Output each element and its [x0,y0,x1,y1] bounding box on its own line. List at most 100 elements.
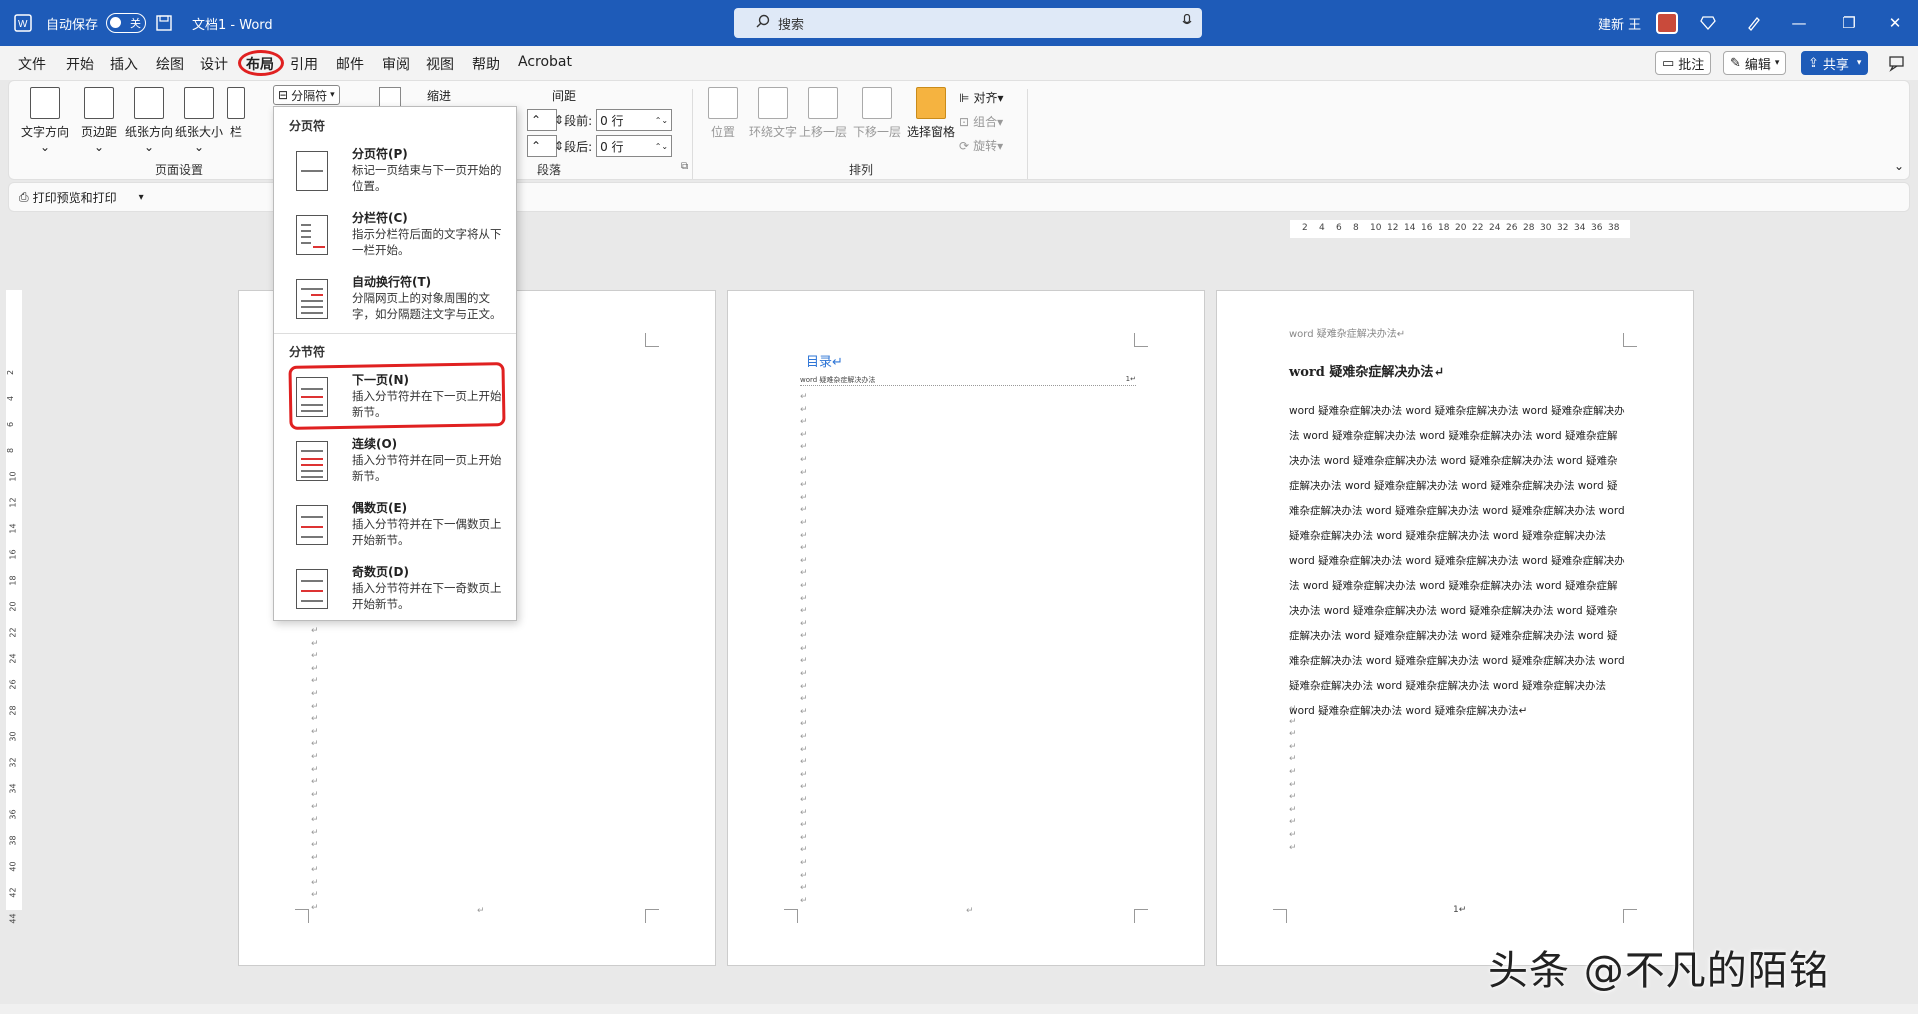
paragraph-marks: ↵ ↵ ↵ ↵ ↵ ↵ ↵ ↵ ↵ ↵ ↵ ↵ [1289,704,1297,853]
rotate-button[interactable]: ⟳ 旋转 ▾ [959,137,1003,154]
spacing-after-input[interactable]: 0 行 ⌃⌄ [596,135,673,157]
customize-toolbar-icon[interactable]: ▾ [139,192,144,203]
menu-item-desc: 指示分栏符后面的文字将从下一栏开始。 [352,227,502,257]
tab-review[interactable]: 审阅 [382,54,410,74]
print-preview-label[interactable]: 打印预览和打印 [33,189,117,206]
tab-insert[interactable]: 插入 [110,54,138,74]
menu-item-column-break[interactable]: 分栏符(C) 指示分栏符后面的文字将从下一栏开始。 [274,209,516,273]
vertical-ruler[interactable]: 2 4 6 8 10 12 14 16 18 20 22 24 26 28 30 32 34 36 38 40 42 44 [6,290,22,924]
page-2[interactable]: 目录↵ word 疑难杂症解决办法 1↵ ↵ ↵ ↵ ↵ ↵ ↵ ↵ ↵ ↵ ↵ ↵ ↵ ↵ ↵ ↵ ↵ ↵ ↵ ↵… [727,290,1205,966]
wrap-text-icon [758,87,788,119]
ruler-tick: 6 [6,421,16,428]
ruler-tick: 18 [8,575,18,586]
menu-item-title: 偶数页(E) [352,501,408,515]
rotate-label: 旋转 [973,139,998,153]
spacing-after-value: 0 行 [600,139,624,154]
tab-help[interactable]: 帮助 [472,54,500,74]
ruler-tick: 2 [1302,223,1308,233]
tab-mailings[interactable]: 邮件 [336,54,364,74]
ruler-tick: 8 [1353,223,1359,233]
tab-file[interactable]: 文件 [18,54,46,74]
ruler-tick: 34 [1574,223,1586,233]
search-box[interactable]: 搜索 [734,8,1202,38]
pen-icon[interactable] [1746,0,1762,46]
wrap-text-button[interactable]: 环绕文字 [745,87,801,140]
print-preview-icon[interactable]: ⎙ [19,190,29,205]
indent-left-input[interactable]: ⌃ [527,109,557,131]
ruler-tick: 12 [1387,223,1399,233]
restore-button[interactable]: ❐ [1826,0,1872,46]
document-title: 文档1 - Word [192,17,273,33]
menu-item-desc: 分隔网页上的对象周围的文字，如分隔题注文字与正文。 [352,291,502,321]
text-direction-icon [30,87,60,119]
avatar[interactable] [1656,12,1678,34]
menu-item-desc: 标记一页结束与下一页开始的位置。 [352,163,502,193]
ruler-tick: 24 [8,653,18,664]
tab-references[interactable]: 引用 [290,54,318,74]
selection-pane-label: 选择窗格 [906,125,955,139]
save-icon[interactable] [156,0,172,46]
menu-item-title: 分栏符(C) [352,211,408,225]
menu-item-text-wrapping-break[interactable]: 自动换行符(T) 分隔网页上的对象周围的文字，如分隔题注文字与正文。 [274,273,516,337]
tab-acrobat[interactable]: Acrobat [518,54,572,70]
share-button[interactable]: ⇪ 共享 ▾ [1801,51,1869,75]
selection-pane-icon [916,87,946,119]
tab-design[interactable]: 设计 [200,54,228,74]
paragraph-mark: ↵ [966,906,974,916]
menu-item-odd-page[interactable]: 奇数页(D) 插入分节符并在下一奇数页上开始新节。 [274,563,516,627]
toc-entry-page: 1↵ [1125,375,1136,383]
ruler-tick: 42 [8,887,18,898]
diamond-icon[interactable] [1700,0,1716,46]
margin-mark [1623,909,1637,923]
spacing-before-input[interactable]: 0 行 ⌃⌄ [596,109,673,131]
word-app-icon[interactable]: W [14,0,32,46]
columns-button[interactable]: 栏 [221,87,251,140]
ruler-tick: 14 [1404,223,1416,233]
spinner-arrows-icon[interactable]: ⌃⌄ [655,142,668,151]
position-button[interactable]: 位置 [695,87,751,140]
send-backward-button[interactable]: 下移一层 [849,87,905,140]
microphone-icon[interactable] [1182,13,1192,32]
align-button[interactable]: ⊫ 对齐 ▾ [959,89,1004,106]
indent-right-input[interactable]: ⌃ [527,135,557,157]
margins-button[interactable]: 页边距 ⌄ [71,87,127,154]
menu-item-page-break[interactable]: 分页符(P) 标记一页结束与下一页开始的位置。 [274,145,516,209]
document-body[interactable]: word 疑难杂症解决办法 word 疑难杂症解决办法 word 疑难杂症解决办… [1289,399,1625,724]
menu-item-even-page[interactable]: 偶数页(E) 插入分节符并在下一偶数页上开始新节。 [274,499,516,563]
dialog-launcher-icon[interactable]: ⧉ [681,161,688,172]
size-button[interactable]: 纸张大小 ⌄ [171,87,227,154]
document-heading: word 疑难杂症解决办法↵ [1289,365,1445,380]
breaks-button[interactable]: ⊟ 分隔符 ▾ [273,85,340,105]
tab-draw[interactable]: 绘图 [156,54,184,74]
orientation-button[interactable]: 纸张方向 ⌄ [121,87,177,154]
ribbon-tabs: 文件 开始 插入 绘图 设计 布局 引用 邮件 审阅 视图 帮助 Acrobat [0,46,1918,80]
breaks-icon: ⊟ [278,88,289,102]
collapse-ribbon-icon[interactable]: ⌄ [1894,159,1904,173]
edit-button[interactable]: ✎ 编辑 ▾ [1723,51,1787,75]
horizontal-ruler[interactable]: 2 4 6 8 10 12 14 16 18 20 22 24 26 28 30 32 34 36 38 [1290,220,1630,238]
close-button[interactable]: ✕ [1872,0,1918,46]
tab-view[interactable]: 视图 [426,54,454,74]
autosave-toggle[interactable]: 关 [100,0,146,46]
margin-mark [645,909,659,923]
minimize-button[interactable]: — [1776,0,1822,46]
comment-button[interactable]: ▭ 批注 [1655,51,1712,75]
page-number: 1↵ [1453,905,1467,915]
toc-entry[interactable]: word 疑难杂症解决办法 1↵ [800,375,1136,386]
selection-pane-button[interactable]: 选择窗格 [903,87,959,140]
margin-mark [295,909,309,923]
text-direction-button[interactable]: 文字方向 ⌄ [17,87,73,154]
ruler-tick: 24 [1489,223,1501,233]
spacing-label: 间距 [552,89,577,103]
menu-item-desc: 插入分节符并在同一页上开始新节。 [352,453,502,483]
feedback-icon[interactable] [1888,54,1906,76]
columns-icon [227,87,245,119]
user-name[interactable]: 建新 王 [1598,0,1641,46]
page-3[interactable]: word 疑难杂症解决办法↵ word 疑难杂症解决办法↵ word 疑难杂症解… [1216,290,1694,966]
group-button[interactable]: ⊡ 组合 ▾ [959,113,1003,130]
spinner-arrows-icon[interactable]: ⌃⌄ [655,116,668,125]
separator [692,89,693,179]
bring-forward-button[interactable]: 上移一层 [795,87,851,140]
menu-item-continuous[interactable]: 连续(O) 插入分节符并在同一页上开始新节。 [274,435,516,499]
tab-home[interactable]: 开始 [66,54,94,74]
